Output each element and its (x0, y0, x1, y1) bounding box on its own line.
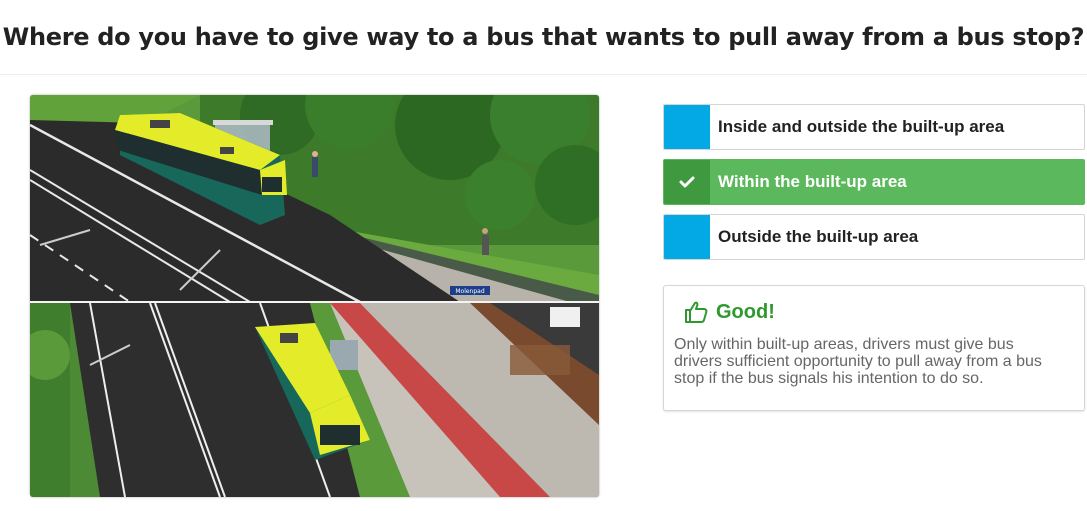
scene-bottom-panel (30, 302, 599, 497)
answer-label: Outside the built-up area (718, 227, 919, 246)
answer-label: Within the built-up area (718, 172, 907, 191)
question-header: Where do you have to give way to a bus t… (0, 0, 1087, 75)
answer-marker (664, 215, 710, 259)
answer-marker (664, 105, 710, 149)
scene-image: Molenpad (30, 95, 599, 497)
thumbs-up-icon (685, 301, 708, 323)
feedback-text: Only within built-up areas, drivers must… (674, 336, 1042, 387)
question-title: Where do you have to give way to a bus t… (2, 23, 1085, 51)
answer-option-2[interactable]: Within the built-up area (663, 159, 1085, 205)
answer-marker (664, 160, 710, 204)
feedback-title: Good! (716, 300, 775, 323)
feedback-header: Good! (674, 298, 1074, 326)
street-sign-label: Molenpad (455, 288, 484, 295)
feedback-panel: Good! Only within built-up areas, driver… (663, 285, 1085, 411)
answer-option-1[interactable]: Inside and outside the built-up area (663, 104, 1085, 150)
checkmark-icon (679, 176, 695, 188)
answer-option-3[interactable]: Outside the built-up area (663, 214, 1085, 260)
answer-list: Inside and outside the built-up area Wit… (663, 104, 1085, 269)
answer-label: Inside and outside the built-up area (718, 117, 1005, 136)
